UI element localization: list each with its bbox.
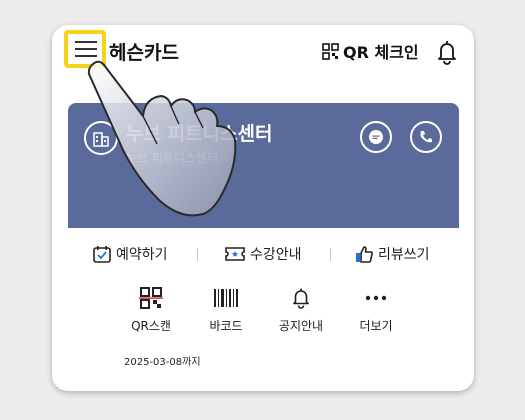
more-button[interactable]: 더보기	[341, 283, 411, 334]
gym-name: 누브 피트니스센터	[126, 123, 273, 145]
app-header: 헤슨카드 QR 체크인	[52, 25, 474, 85]
qr-scan-button[interactable]: QR스캔	[116, 283, 186, 334]
qr-scan-label: QR스캔	[131, 319, 171, 333]
divider	[330, 248, 331, 261]
menu-bar	[75, 41, 97, 43]
notice-button[interactable]: 공지안내	[266, 283, 336, 334]
class-info-label: 수강안내	[250, 247, 302, 263]
ticket-icon	[225, 247, 245, 261]
notice-label: 공지안내	[278, 319, 324, 333]
barcode-icon	[214, 289, 238, 307]
barcode-label: 바코드	[209, 319, 243, 333]
building-icon	[84, 121, 118, 155]
bell-icon	[293, 288, 309, 309]
menu-bar	[75, 55, 97, 57]
write-review-label: 리뷰쓰기	[378, 247, 430, 263]
qr-scan-icon	[139, 287, 163, 309]
more-label: 더보기	[359, 319, 393, 333]
chat-button[interactable]	[360, 121, 392, 153]
chat-icon	[369, 130, 383, 144]
more-icon	[365, 295, 387, 301]
app-title: 헤슨카드	[109, 42, 179, 64]
bell-icon[interactable]	[436, 39, 458, 65]
membership-card[interactable]: 누브 피트니스센터 누브 피트니스센터 ·	[68, 103, 459, 228]
write-review-button[interactable]: 리뷰쓰기	[354, 242, 430, 266]
qr-checkin-label: QR 체크인	[343, 43, 419, 62]
thumbs-up-icon	[356, 246, 373, 263]
menu-bar	[75, 48, 97, 50]
call-button[interactable]	[410, 121, 442, 153]
quick-menu: QR스캔 바코드 공지안내 더보기	[52, 283, 474, 343]
phone-icon	[420, 131, 432, 143]
card-action-row: 예약하기 수강안내 리뷰쓰기	[52, 240, 474, 268]
app-screen: 헤슨카드 QR 체크인 누브 피트니스센터 누브 피트니스센터 · 예약하기 수…	[52, 25, 474, 391]
membership-expiry: 2025-03-08까지	[124, 357, 201, 368]
class-info-button[interactable]: 수강안내	[224, 242, 302, 266]
qr-code-icon	[322, 42, 339, 60]
barcode-button[interactable]: 바코드	[191, 283, 261, 334]
divider	[197, 248, 198, 261]
hamburger-menu-button[interactable]	[64, 30, 106, 68]
reserve-label: 예약하기	[116, 247, 168, 263]
calendar-check-icon	[93, 246, 111, 263]
reserve-button[interactable]: 예약하기	[92, 242, 168, 266]
gym-subtitle: 누브 피트니스센터 ·	[126, 151, 226, 165]
qr-checkin-button[interactable]: QR 체크인	[322, 40, 419, 62]
